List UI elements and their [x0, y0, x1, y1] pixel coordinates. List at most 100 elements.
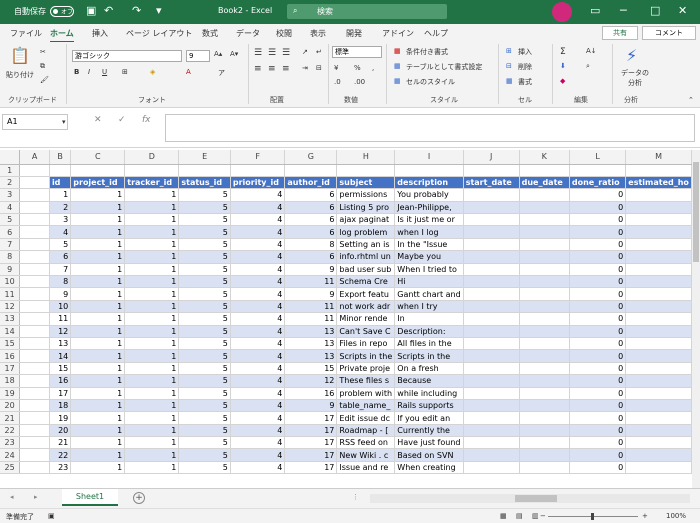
insert-function-icon[interactable]: fx: [142, 115, 151, 125]
cell[interactable]: 0: [569, 312, 627, 326]
cell[interactable]: [625, 164, 692, 177]
cell[interactable]: [70, 164, 126, 177]
accessibility-icon[interactable]: ▣: [48, 512, 55, 520]
cell[interactable]: 4: [230, 275, 286, 289]
cell[interactable]: 0: [569, 424, 627, 438]
header-cell[interactable]: start_date: [463, 176, 520, 190]
cell[interactable]: 5: [178, 225, 231, 239]
cell[interactable]: Roadmap - [: [336, 424, 396, 438]
cell[interactable]: [625, 225, 692, 239]
cell[interactable]: 4: [230, 362, 286, 376]
delete-cells-button[interactable]: 削除: [518, 62, 532, 72]
percent-icon[interactable]: %: [354, 64, 361, 72]
cell[interactable]: [19, 399, 50, 413]
cell[interactable]: [19, 411, 50, 425]
cell[interactable]: Scripts in the: [336, 349, 396, 363]
cell[interactable]: [19, 374, 50, 388]
clear-icon[interactable]: ◆: [560, 77, 565, 85]
format-cells-icon[interactable]: ▦: [506, 77, 513, 85]
cell[interactable]: 1: [70, 201, 126, 215]
cell[interactable]: 4: [49, 225, 72, 239]
cell[interactable]: [19, 225, 50, 239]
cell[interactable]: [19, 424, 50, 438]
cell[interactable]: 4: [230, 201, 286, 215]
font-size-select[interactable]: 9: [186, 50, 210, 62]
cell[interactable]: [519, 325, 570, 338]
cell[interactable]: 17: [284, 461, 338, 475]
format-cells-button[interactable]: 書式: [518, 77, 532, 87]
cell[interactable]: Issue and re: [336, 461, 396, 475]
column-header[interactable]: F: [230, 150, 286, 165]
cell[interactable]: 1: [49, 188, 72, 202]
row-header[interactable]: 22: [0, 424, 21, 438]
border-icon[interactable]: ⊞: [122, 68, 128, 76]
cell[interactable]: Have just found: [394, 436, 464, 450]
cell[interactable]: 1: [124, 325, 180, 338]
cell[interactable]: Private proje: [336, 362, 396, 376]
maximize-icon[interactable]: □: [650, 4, 660, 17]
cell[interactable]: [625, 448, 692, 462]
cell[interactable]: 5: [178, 424, 231, 438]
cell[interactable]: 1: [124, 188, 180, 202]
cell[interactable]: [19, 461, 50, 475]
cell[interactable]: [519, 411, 570, 425]
cell[interactable]: [463, 300, 520, 314]
cell[interactable]: Hi: [394, 275, 464, 289]
cell[interactable]: 13: [284, 349, 338, 363]
cell[interactable]: [519, 225, 570, 239]
cell[interactable]: 6: [284, 250, 338, 264]
cell[interactable]: 4: [230, 399, 286, 413]
cell[interactable]: [519, 374, 570, 388]
copy-icon[interactable]: ⧉: [40, 62, 45, 71]
delete-cells-icon[interactable]: ⊟: [506, 62, 512, 70]
wrap-text-icon[interactable]: ↵: [316, 48, 322, 56]
cell[interactable]: [178, 164, 231, 177]
cell[interactable]: [19, 188, 50, 202]
cell[interactable]: 0: [569, 238, 627, 252]
cell[interactable]: [394, 164, 464, 177]
cell[interactable]: [463, 213, 520, 227]
align-right-icon[interactable]: ≡: [282, 64, 290, 74]
cell[interactable]: 1: [70, 387, 126, 400]
cell[interactable]: 5: [178, 201, 231, 215]
cell[interactable]: 17: [284, 436, 338, 450]
cell[interactable]: 0: [569, 448, 627, 462]
cell[interactable]: [519, 263, 570, 277]
cell[interactable]: 1: [124, 300, 180, 314]
cell[interactable]: [625, 188, 692, 202]
minimize-icon[interactable]: ─: [620, 4, 627, 17]
cell[interactable]: [463, 325, 520, 338]
cell[interactable]: Listing 5 pro: [336, 201, 396, 215]
cell[interactable]: [625, 300, 692, 314]
cell[interactable]: 5: [178, 411, 231, 425]
cell[interactable]: Schema Cre: [336, 275, 396, 289]
cell[interactable]: problem with: [336, 387, 396, 400]
column-header[interactable]: H: [336, 150, 396, 165]
cell[interactable]: 6: [49, 250, 72, 264]
column-header[interactable]: L: [569, 150, 627, 165]
cell[interactable]: 5: [178, 399, 231, 413]
cell[interactable]: 1: [70, 337, 126, 351]
cell[interactable]: 1: [70, 461, 126, 475]
cell[interactable]: 0: [569, 337, 627, 351]
cell[interactable]: 0: [569, 374, 627, 388]
cell[interactable]: [463, 164, 520, 177]
cell[interactable]: 0: [569, 275, 627, 289]
row-header[interactable]: 16: [0, 349, 21, 363]
zoom-in-icon[interactable]: +: [642, 512, 648, 520]
cell[interactable]: 0: [569, 300, 627, 314]
namebox-dropdown-icon[interactable]: ▾: [62, 118, 66, 126]
cell[interactable]: In: [394, 312, 464, 326]
cell[interactable]: Currently the: [394, 424, 464, 438]
cell[interactable]: 13: [49, 337, 72, 351]
cell[interactable]: 5: [178, 337, 231, 351]
find-select-icon[interactable]: ⌕: [586, 62, 590, 71]
cell[interactable]: table_name_: [336, 399, 396, 413]
cell[interactable]: [625, 399, 692, 413]
cell[interactable]: New Wiki . c: [336, 448, 396, 462]
number-format-select[interactable]: 標準: [332, 46, 382, 58]
cell[interactable]: [519, 201, 570, 215]
cell[interactable]: All files in the: [394, 337, 464, 351]
cell[interactable]: 5: [178, 300, 231, 314]
cell[interactable]: 4: [230, 436, 286, 450]
